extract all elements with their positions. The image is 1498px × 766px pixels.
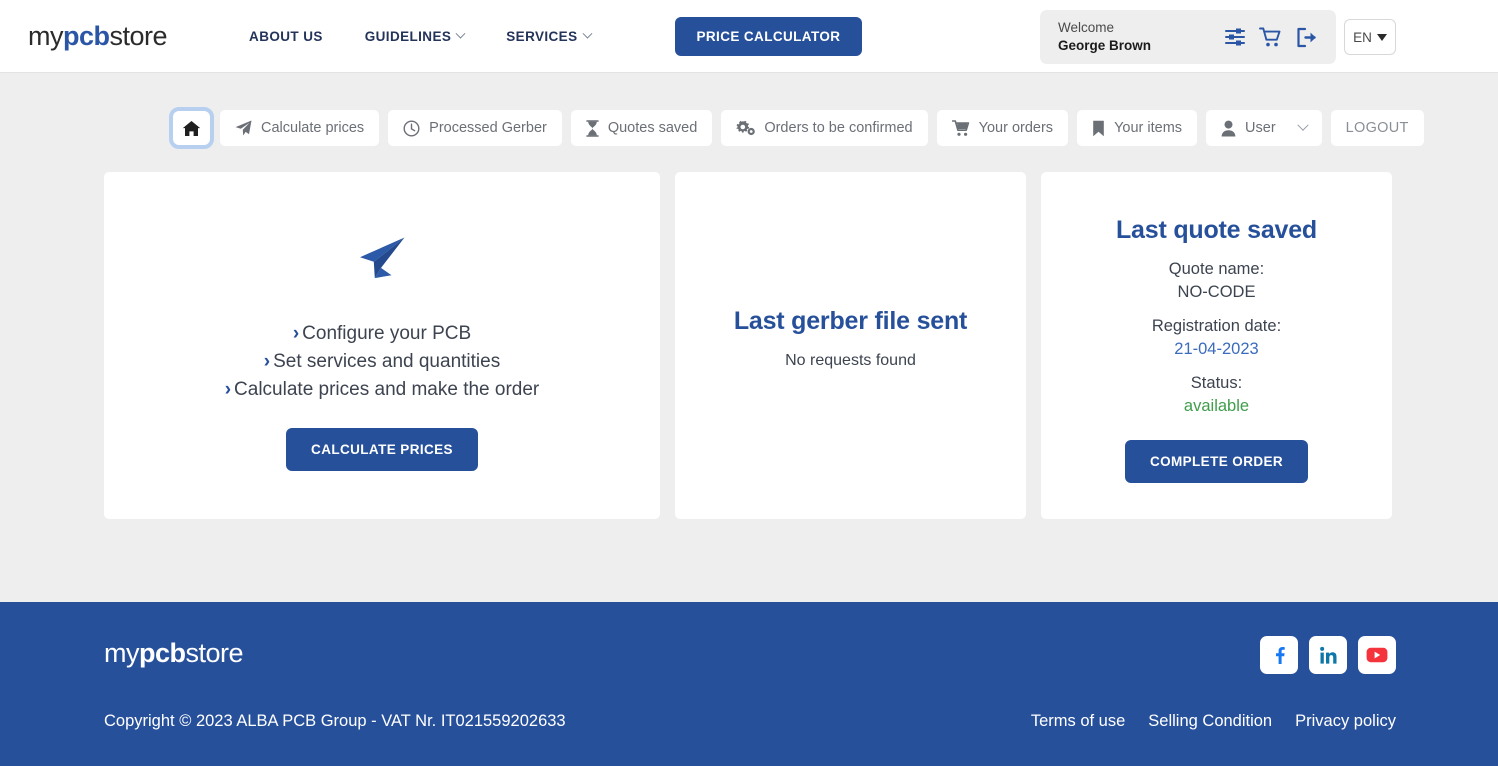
toolbar-label-user: User: [1245, 120, 1276, 136]
toolbar-label-quotes-saved: Quotes saved: [607, 120, 698, 136]
footer-link-group: Terms of use Selling Condition Privacy p…: [1031, 712, 1396, 731]
sign-out-icon[interactable]: [1296, 27, 1318, 48]
configure-bullet-1-text: Configure your PCB: [302, 323, 472, 344]
logo-part-my: my: [28, 20, 64, 51]
arrow-glyph: ›: [292, 323, 300, 344]
quote-status-label: Status:: [1190, 374, 1243, 392]
welcome-text: Welcome George Brown: [1058, 19, 1151, 55]
footer-logo-part-pcb: pcb: [139, 638, 186, 668]
arrow-glyph: ›: [224, 378, 232, 400]
toolbar-label-your-items: Your items: [1114, 120, 1183, 136]
site-logo[interactable]: mypcbstore: [28, 20, 168, 52]
toolbar-label-orders-to-be-confirmed: Orders to be confirmed: [764, 120, 913, 136]
gears-icon: [736, 120, 756, 135]
toolbar-item-home[interactable]: [169, 107, 214, 149]
logo-part-store: store: [109, 20, 168, 51]
paper-plane-icon: [360, 237, 405, 279]
card-last-quote: Last quote saved Quote name: NO-CODE Reg…: [1041, 172, 1392, 519]
arrow-glyph: ›: [263, 350, 271, 372]
account-toolbar: Calculate prices Processed Gerber Quotes…: [0, 107, 1498, 149]
logo-part-pcb: pcb: [63, 20, 110, 51]
paper-plane-icon: [235, 120, 252, 136]
linkedin-icon: [1319, 646, 1336, 664]
quote-date-value: 21-04-2023: [1174, 340, 1259, 358]
site-header: mypcbstore ABOUT US GUIDELINES SERVICES …: [0, 0, 1498, 73]
status-badge: available: [1183, 397, 1250, 415]
quote-name-label: Quote name:: [1168, 260, 1265, 278]
quote-status-block: Status: available: [1184, 374, 1249, 416]
last-gerber-status: No requests found: [785, 352, 916, 369]
nav-label-about-us: ABOUT US: [249, 28, 323, 44]
youtube-link[interactable]: [1358, 636, 1396, 674]
social-links: [1260, 636, 1396, 674]
toolbar-item-your-items[interactable]: Your items: [1077, 110, 1198, 146]
facebook-icon: [1276, 647, 1285, 664]
site-footer: mypcbstore Copyright © 2023 ALBA PCB Gro…: [0, 602, 1498, 766]
cart-icon: [951, 119, 969, 136]
linkedin-link[interactable]: [1309, 636, 1347, 674]
quote-date-block: Registration date: 21-04-2023: [1152, 317, 1281, 359]
configure-bullet-2: › Set services and quantities: [264, 348, 500, 376]
copyright-text: Copyright © 2023 ALBA PCB Group - VAT Nr…: [104, 712, 566, 730]
shopping-cart-icon[interactable]: [1259, 27, 1283, 48]
toolbar-item-quotes-saved[interactable]: Quotes saved: [570, 110, 713, 146]
card-configure-pcb: › Configure your PCB › Set services and qu…: [104, 172, 660, 519]
quote-date-label: Registration date:: [1151, 317, 1282, 335]
main-navigation: ABOUT US GUIDELINES SERVICES PRICE CALCU…: [249, 16, 863, 56]
quote-name-value: NO-CODE: [1177, 283, 1256, 301]
header-icon-group: [1224, 27, 1318, 48]
clock-icon: [403, 119, 420, 137]
facebook-link[interactable]: [1260, 636, 1298, 674]
user-name: George Brown: [1058, 38, 1152, 53]
toolbar-item-processed-gerber[interactable]: Processed Gerber: [388, 110, 562, 146]
footer-logo-part-store: store: [185, 638, 244, 668]
nav-label-services: SERVICES: [506, 28, 578, 44]
settings-sliders-icon[interactable]: [1224, 27, 1246, 47]
hourglass-icon: [586, 119, 599, 137]
welcome-label: Welcome: [1058, 19, 1115, 35]
toolbar-item-logout[interactable]: LOGOUT: [1330, 110, 1424, 146]
footer-link-privacy-policy[interactable]: Privacy policy: [1295, 712, 1396, 731]
chevron-down-icon: [1296, 119, 1309, 131]
nav-label-guidelines: GUIDELINES: [364, 28, 452, 44]
toolbar-item-your-orders[interactable]: Your orders: [936, 110, 1069, 146]
toolbar-item-orders-to-be-confirmed[interactable]: Orders to be confirmed: [721, 110, 928, 146]
toolbar-item-user[interactable]: User: [1206, 110, 1322, 146]
calculate-prices-button[interactable]: CALCULATE PRICES: [286, 427, 478, 471]
footer-link-terms-of-use[interactable]: Terms of use: [1031, 712, 1125, 731]
dashboard-cards: › Configure your PCB › Set services and qu…: [0, 172, 1498, 519]
welcome-box: Welcome George Brown: [1040, 10, 1336, 64]
bookmark-icon: [1093, 120, 1104, 136]
last-quote-title: Last quote saved: [1115, 216, 1318, 244]
footer-logo-part-my: my: [104, 638, 140, 668]
footer-link-selling-condition[interactable]: Selling Condition: [1148, 712, 1272, 731]
quote-name-block: Quote name: NO-CODE: [1169, 260, 1264, 302]
configure-bullet-3: › Calculate prices and make the order: [225, 376, 540, 404]
configure-bullet-2-text: Set services and quantities: [273, 350, 501, 372]
card-last-gerber: Last gerber file sent No requests found: [675, 172, 1026, 519]
footer-logo[interactable]: mypcbstore: [104, 638, 244, 669]
last-gerber-title: Last gerber file sent: [733, 307, 968, 335]
chevron-down-icon: [455, 28, 466, 39]
complete-order-button[interactable]: COMPLETE ORDER: [1124, 440, 1309, 483]
language-value: EN: [1353, 29, 1372, 45]
nav-item-guidelines[interactable]: GUIDELINES: [364, 28, 466, 44]
youtube-icon: [1366, 647, 1388, 663]
toolbar-label-processed-gerber: Processed Gerber: [429, 120, 547, 136]
configure-bullet-3-text: Calculate prices and make the order: [234, 378, 540, 400]
toolbar-label-your-orders: Your orders: [978, 120, 1054, 136]
nav-item-about-us[interactable]: ABOUT US: [249, 29, 323, 44]
home-icon: [182, 120, 201, 136]
chevron-down-icon: [1376, 33, 1387, 41]
toolbar-item-calculate-prices[interactable]: Calculate prices: [220, 110, 380, 146]
nav-item-services[interactable]: SERVICES: [506, 28, 592, 44]
language-selector[interactable]: EN: [1344, 19, 1396, 55]
chevron-down-icon: [582, 28, 592, 39]
price-calculator-button[interactable]: PRICE CALCULATOR: [674, 16, 863, 56]
configure-bullet-1: › Configure your PCB: [293, 320, 471, 348]
person-icon: [1221, 120, 1236, 136]
toolbar-label-calculate-prices: Calculate prices: [261, 120, 365, 136]
